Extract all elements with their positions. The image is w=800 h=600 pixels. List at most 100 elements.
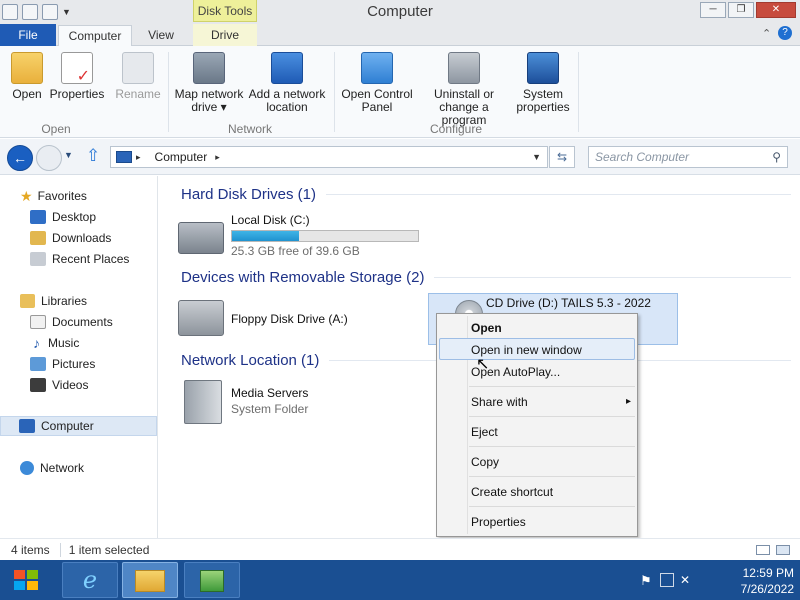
nav-documents[interactable]: Documents <box>30 312 113 332</box>
item-label: Media Servers <box>231 386 309 400</box>
group-divider <box>334 52 335 132</box>
map-drive-icon <box>193 52 225 84</box>
properties-button[interactable]: ✓ Properties <box>48 52 106 101</box>
menu-separator <box>469 476 635 477</box>
nav-desktop[interactable]: Desktop <box>30 207 96 227</box>
disk-usage-fill <box>232 231 300 241</box>
group-divider <box>326 194 791 195</box>
nav-recent-places[interactable]: Recent Places <box>30 249 129 269</box>
folder-icon <box>135 570 165 592</box>
rename-icon <box>122 52 154 84</box>
media-servers[interactable]: Media Servers System Folder <box>180 380 380 426</box>
taskbar-internet-explorer[interactable]: e <box>62 562 118 598</box>
minimize-button[interactable]: ─ <box>700 2 726 18</box>
open-folder-icon <box>11 52 43 84</box>
status-bar: 4 items 1 item selected <box>0 538 800 560</box>
item-type: System Folder <box>231 402 309 416</box>
rename-button[interactable]: Rename <box>112 52 164 101</box>
clock-date: 7/26/2022 <box>740 582 794 596</box>
restore-button[interactable]: ❐ <box>728 2 754 18</box>
contextual-tab-group: Disk Tools <box>193 0 257 22</box>
address-bar[interactable]: ▸ Computer ▸ ▼ <box>110 146 548 168</box>
network-location-icon <box>271 52 303 84</box>
open-button[interactable]: Open <box>6 52 48 101</box>
flag-icon[interactable]: ⚑ <box>640 573 654 588</box>
help-icon[interactable]: ? <box>778 26 792 40</box>
disk-usage-bar <box>231 230 419 242</box>
drive-local-disk[interactable]: Local Disk (C:) 25.3 GB free of 39.6 GB <box>178 213 428 264</box>
menu-item-create-shortcut[interactable]: Create shortcut <box>471 481 553 503</box>
nav-pictures[interactable]: Pictures <box>30 354 95 374</box>
tiles-view-icon[interactable] <box>776 544 790 555</box>
back-button[interactable]: ← <box>7 145 33 171</box>
start-button[interactable] <box>12 567 40 593</box>
search-input[interactable]: Search Computer ⚲ <box>588 146 788 168</box>
menu-item-eject[interactable]: Eject <box>471 421 498 443</box>
map-network-drive-button[interactable]: Map network drive ▾ <box>172 52 246 114</box>
open-control-panel-button[interactable]: Open Control Panel <box>338 52 416 114</box>
speaker-muted-icon[interactable]: ✕ <box>680 573 694 587</box>
computer-icon <box>19 419 35 433</box>
taskbar-file-explorer[interactable] <box>122 562 178 598</box>
uninstall-program-button[interactable]: Uninstall or change a program <box>416 52 512 127</box>
address-dropdown[interactable]: ▼ <box>532 152 541 162</box>
system-properties-icon <box>527 52 559 84</box>
refresh-icon: ⇆ <box>556 150 568 164</box>
arrow-left-icon: ← <box>13 150 27 166</box>
selection-count: 1 item selected <box>68 542 150 557</box>
item-count: 4 items <box>11 542 50 557</box>
nav-libraries[interactable]: Libraries <box>20 291 87 311</box>
menu-item-open[interactable]: Open <box>471 317 502 339</box>
drive-floppy[interactable]: Floppy Disk Drive (A:) <box>178 298 418 342</box>
nav-downloads[interactable]: Downloads <box>30 228 111 248</box>
up-arrow-icon[interactable]: ⇧ <box>86 146 100 166</box>
system-properties-button[interactable]: System properties <box>512 52 574 114</box>
media-server-icon <box>184 380 222 424</box>
star-icon: ★ <box>20 187 33 204</box>
forward-button[interactable] <box>36 145 62 171</box>
drive-label: Floppy Disk Drive (A:) <box>231 312 348 326</box>
group-divider <box>578 52 579 132</box>
downloads-icon <box>30 231 46 245</box>
network-icon <box>20 461 34 475</box>
group-heading-removable[interactable]: Devices with Removable Storage (2) <box>181 269 791 286</box>
nav-videos[interactable]: Videos <box>30 375 88 395</box>
add-network-location-button[interactable]: Add a network location <box>246 52 328 114</box>
menu-separator <box>469 506 635 507</box>
internet-explorer-icon: e <box>82 566 98 594</box>
tab-file[interactable]: File <box>0 24 56 46</box>
clock[interactable]: 12:59 PM 7/26/2022 <box>712 565 794 597</box>
group-heading-hard-disks[interactable]: Hard Disk Drives (1) <box>181 186 791 203</box>
tab-computer[interactable]: Computer <box>58 25 132 46</box>
nav-favorites[interactable]: ★ Favorites <box>20 186 87 206</box>
uninstall-icon <box>448 52 480 84</box>
breadcrumb-computer[interactable]: Computer <box>155 150 208 164</box>
nav-music[interactable]: ♪ Music <box>30 333 79 353</box>
network-tray-icon[interactable] <box>660 573 674 587</box>
recent-locations-dropdown[interactable]: ▼ <box>64 150 73 160</box>
minimize-ribbon-icon[interactable]: ⌃ <box>762 27 771 40</box>
breadcrumb-separator[interactable]: ▸ <box>215 152 220 163</box>
recent-places-icon <box>30 252 46 266</box>
windows-logo-icon <box>14 570 38 590</box>
search-icon[interactable]: ⚲ <box>772 150 781 164</box>
group-label-configure: Configure <box>429 122 483 136</box>
floppy-drive-icon <box>178 300 224 336</box>
group-divider <box>168 52 169 132</box>
hard-drive-icon <box>178 222 224 254</box>
menu-separator <box>469 446 635 447</box>
details-view-icon[interactable] <box>756 544 770 555</box>
menu-item-copy[interactable]: Copy <box>471 451 499 473</box>
menu-item-properties[interactable]: Properties <box>471 511 526 533</box>
tab-view[interactable]: View <box>138 25 184 46</box>
refresh-button[interactable]: ⇆ <box>549 146 575 168</box>
status-divider <box>59 542 61 557</box>
nav-computer[interactable]: Computer <box>0 416 157 436</box>
documents-icon <box>30 315 46 329</box>
nav-network[interactable]: Network <box>20 458 84 478</box>
tab-drive[interactable]: Drive <box>198 25 252 46</box>
breadcrumb-separator[interactable]: ▸ <box>136 152 141 163</box>
close-button[interactable]: ✕ <box>756 2 796 18</box>
menu-item-share-with[interactable]: Share with ▸ <box>471 391 631 413</box>
taskbar-app[interactable] <box>184 562 240 598</box>
